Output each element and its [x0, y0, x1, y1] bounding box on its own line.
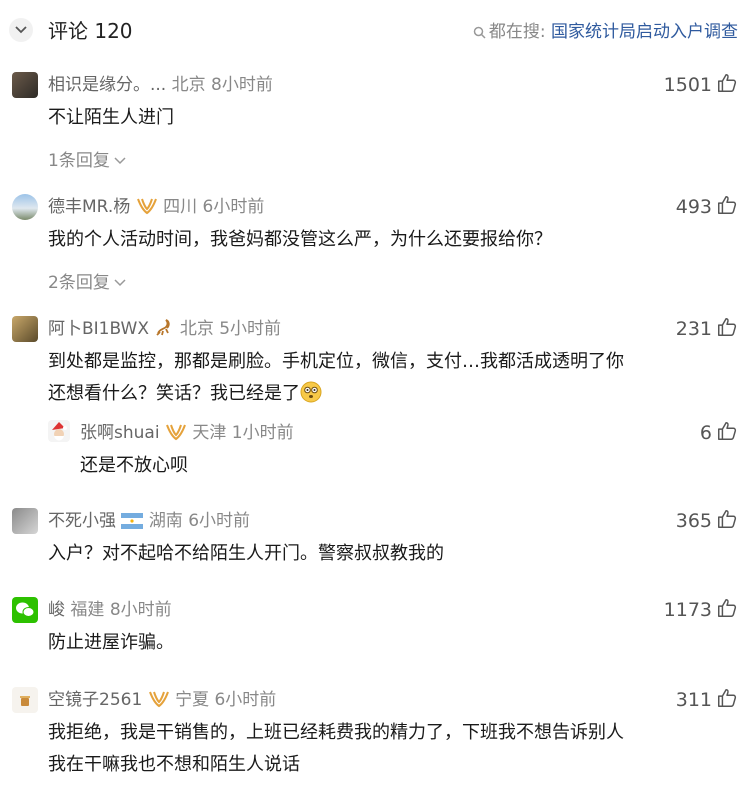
like-button[interactable]: 231 — [676, 316, 738, 342]
location: 宁夏 — [175, 690, 210, 710]
username[interactable]: 阿卜BI1BWX — [48, 319, 149, 339]
collapse-button[interactable] — [9, 18, 33, 42]
comment-text: 不让陌生人进门 — [48, 107, 174, 128]
comments-header: 评论 120 都在搜: 国家统计局启动入户调查 — [0, 0, 754, 58]
timestamp: 6小时前 — [202, 197, 265, 217]
like-count: 231 — [675, 318, 712, 340]
view-replies-button[interactable]: 2条回复 — [48, 268, 126, 293]
trending-search[interactable]: 都在搜: 国家统计局启动入户调查 — [473, 17, 738, 42]
timestamp: 8小时前 — [211, 75, 273, 95]
avatar[interactable] — [12, 597, 38, 623]
username[interactable]: 德丰MR.杨 — [48, 197, 130, 217]
avatar[interactable] — [48, 420, 70, 442]
thumbs-up-icon — [718, 510, 737, 528]
like-button[interactable]: 493 — [676, 194, 738, 220]
replies-count: 2条回复 — [48, 273, 110, 293]
comment-text: 还是不放心呗 — [80, 455, 188, 476]
like-count: 1173 — [663, 599, 712, 621]
timestamp: 6小时前 — [188, 511, 251, 531]
comment-meta: 峻 福建 8小时前 — [48, 597, 172, 623]
like-count: 365 — [675, 510, 712, 532]
vip-badge-icon — [148, 691, 169, 708]
like-count: 493 — [675, 196, 712, 218]
comment-meta: 空镜子2561 宁夏 6小时前 — [48, 687, 276, 713]
comment-text: 我拒绝，我是干销售的，上班已经耗费我的精力了，下班我不想告诉别人 我在干嘛我也不… — [48, 717, 740, 781]
vip-badge-icon — [166, 424, 186, 441]
location: 湖南 — [148, 511, 183, 531]
comment-meta: 张啊shuai 天津 1小时前 — [80, 420, 294, 446]
location: 四川 — [163, 197, 198, 217]
chevron-down-icon — [114, 279, 126, 287]
comment-meta: 阿卜BI1BWX 北京 5小时前 — [48, 316, 281, 342]
comment-text: 到处都是监控，那都是刷脸。手机定位，微信，支付…我都活成透明了你 还想看什么？笑… — [48, 346, 740, 410]
username[interactable]: 峻 — [48, 600, 65, 620]
cup-avatar-icon — [20, 696, 30, 706]
like-count: 311 — [675, 689, 712, 711]
username[interactable]: 张啊shuai — [80, 423, 160, 443]
argentina-flag-icon — [121, 513, 144, 529]
comment-text: 入户？对不起哈不给陌生人开门。警察叔叔教我的 — [48, 543, 444, 564]
santa-avatar-icon — [52, 422, 67, 441]
search-prefix: 都在搜: — [488, 22, 546, 42]
location: 北京 — [171, 75, 206, 95]
like-button[interactable]: 311 — [676, 687, 738, 713]
comment-text-line: 还想看什么？笑话？我已经是了 — [48, 378, 740, 410]
avatar[interactable] — [12, 194, 38, 220]
timestamp: 6小时前 — [214, 690, 277, 710]
comment-meta: 德丰MR.杨 四川 6小时前 — [48, 194, 264, 220]
comments-title: 评论 120 — [48, 19, 133, 43]
location: 福建 — [70, 600, 105, 620]
thumbs-up-icon — [718, 689, 737, 707]
view-replies-button[interactable]: 1条回复 — [48, 146, 126, 171]
search-icon — [473, 26, 486, 39]
username[interactable]: 相识是缘分。... — [48, 75, 166, 95]
comment-text: 防止进屋诈骗。 — [48, 632, 174, 653]
avatar[interactable] — [12, 508, 38, 534]
comment-meta: 相识是缘分。... 北京 8小时前 — [48, 72, 273, 98]
thumbs-up-icon — [718, 196, 737, 214]
comment-meta: 不死小强 湖南 6小时前 — [48, 508, 250, 534]
vip-badge-icon — [136, 198, 157, 215]
wechat-icon — [16, 602, 35, 617]
comment-text-line: 到处都是监控，那都是刷脸。手机定位，微信，支付…我都活成透明了你 — [48, 351, 624, 372]
like-button[interactable]: 365 — [676, 508, 738, 534]
like-count: 1501 — [663, 74, 712, 96]
comment-text-line: 我拒绝，我是干销售的，上班已经耗费我的精力了，下班我不想告诉别人 — [48, 722, 624, 743]
avatar[interactable] — [12, 316, 38, 342]
replies-count: 1条回复 — [48, 151, 110, 171]
timestamp: 5小时前 — [219, 319, 282, 339]
scorpion-emoji-icon — [156, 319, 171, 336]
chevron-down-icon — [15, 26, 27, 34]
chevron-down-icon — [114, 157, 126, 165]
like-button[interactable]: 6 — [700, 420, 738, 446]
flushed-face-emoji-icon — [300, 381, 322, 403]
thumbs-up-icon — [718, 422, 737, 440]
trending-search-link[interactable]: 国家统计局启动入户调查 — [551, 22, 738, 42]
thumbs-up-icon — [718, 318, 737, 336]
thumbs-up-icon — [718, 74, 737, 92]
like-button[interactable]: 1501 — [664, 72, 738, 98]
location: 天津 — [192, 423, 227, 443]
comment-text: 我的个人活动时间，我爸妈都没管这么严，为什么还要报给你？ — [48, 229, 552, 250]
comment-text-line: 我在干嘛我也不想和陌生人说话 — [48, 754, 300, 775]
location: 北京 — [179, 319, 214, 339]
avatar[interactable] — [12, 687, 38, 713]
thumbs-up-icon — [718, 599, 737, 617]
timestamp: 8小时前 — [109, 600, 172, 620]
timestamp: 1小时前 — [231, 423, 294, 443]
username[interactable]: 空镜子2561 — [48, 690, 142, 710]
avatar[interactable] — [12, 72, 38, 98]
username[interactable]: 不死小强 — [48, 511, 116, 531]
like-count: 6 — [699, 422, 712, 444]
like-button[interactable]: 1173 — [664, 597, 738, 623]
